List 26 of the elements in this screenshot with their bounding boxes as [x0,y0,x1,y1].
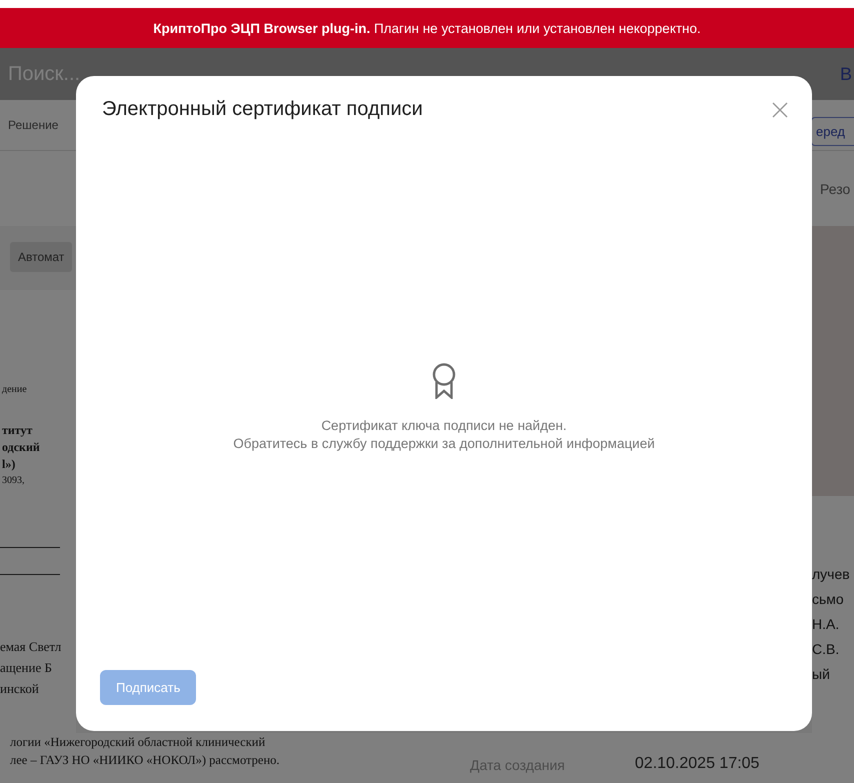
info-text: Н.А. [812,616,840,633]
meta-value: 02.10.2025 17:05 [634,755,760,773]
document-text: емая Светл [0,639,62,654]
info-text: сьмо [812,591,845,608]
document-text: инской [0,681,40,696]
document-text: 3093, [2,474,26,488]
info-text: лучев [812,566,851,583]
document-text: ащение Б [0,660,53,675]
error-banner: КриптоПро ЭЦП Browser plug-in. Плагин не установлен или установлен некорректно. [0,8,854,48]
close-button[interactable] [772,102,788,118]
document-text: лее – ГАУЗ НО «НИИКО «НОКОЛ») рассмотрено. [10,753,281,768]
document-text: титут [2,422,34,439]
column-header: Резо [820,180,852,196]
document-text: одский [2,439,41,456]
document-text: логии «Нижегородский областной клинический [10,735,266,750]
award-ribbon-icon [431,362,457,398]
tool-button[interactable]: Автомат [10,242,72,272]
message-text: Обратитесь в службу поддержки за дополнительной информацией [233,434,655,452]
info-text: С.В. [812,641,840,658]
document-text: l») [2,456,16,473]
message-text: Сертификат ключа подписи не найден. [321,416,567,434]
dialog-title: Электронный сертификат подписи [102,98,423,121]
header-link[interactable]: В [840,64,852,84]
document-text: дение [2,383,28,397]
tab[interactable]: Решение [8,118,58,132]
info-text: ый [812,666,831,683]
